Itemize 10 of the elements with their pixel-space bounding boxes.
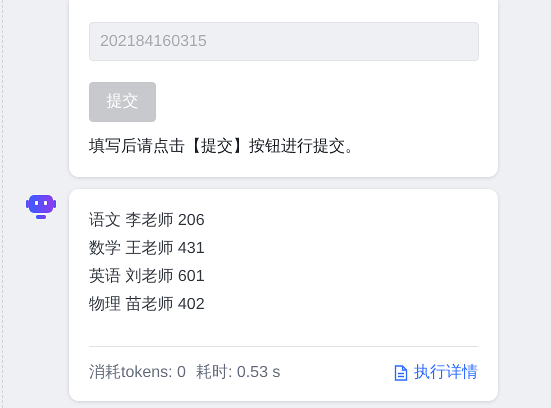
details-link[interactable]: 执行详情 [394, 361, 478, 385]
hint-text: 填写后请点击【提交】按钮进行提交。 [89, 136, 362, 157]
elapsed-time: 耗时: 0.53 s [196, 362, 280, 383]
token-count: 消耗tokens: 0 [89, 362, 186, 383]
reply-line: 英语 刘老师 601 [89, 266, 206, 287]
reply-line: 语文 李老师 206 [89, 210, 206, 231]
robot-icon [26, 195, 56, 219]
reply-line: 物理 苗老师 402 [89, 294, 206, 315]
document-icon [394, 365, 408, 381]
reply-line: 数学 王老师 431 [89, 238, 206, 259]
